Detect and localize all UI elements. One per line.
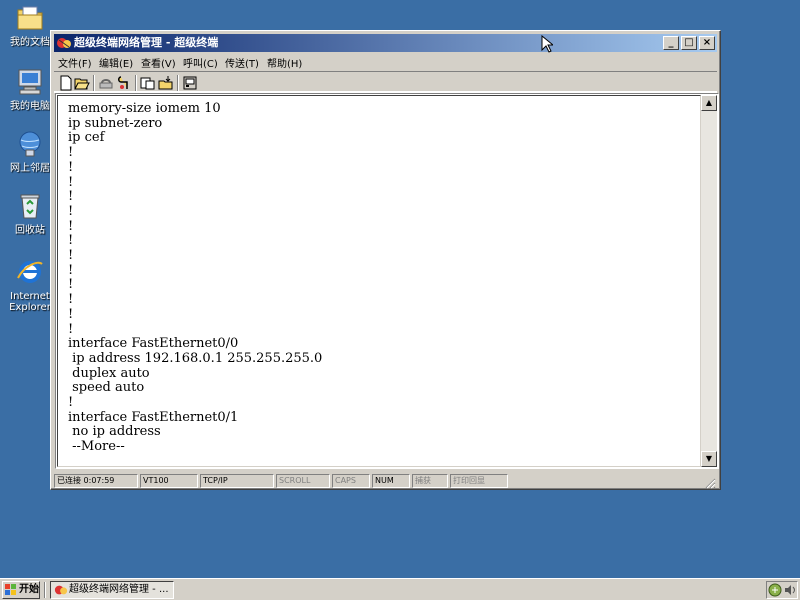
desktop-icon-internet-explorer[interactable]: Internet Explorer — [4, 256, 56, 313]
windows-logo-icon — [5, 584, 17, 596]
mouse-cursor-icon — [541, 34, 555, 53]
taskbar-item-hyperterminal[interactable]: 超级终端网络管理 - ... — [50, 581, 174, 599]
open-icon[interactable] — [74, 75, 90, 91]
start-button[interactable]: 开始 — [2, 581, 40, 599]
hyperterminal-window: 超级终端网络管理 - 超级终端 _ □ × 文件(F) 编辑(E) 查看(V) … — [50, 30, 721, 490]
scroll-down-button[interactable]: ▼ — [701, 451, 717, 467]
minimize-button[interactable]: _ — [663, 36, 679, 50]
network-places-icon — [14, 128, 46, 160]
desktop-icon-label: 我的电脑 — [10, 101, 50, 112]
status-connected-time: 已连接 0:07:59 — [54, 474, 138, 488]
vertical-scrollbar[interactable]: ▲ ▼ — [701, 95, 717, 467]
status-capture: 捕获 — [412, 474, 448, 488]
desktop-icon-my-computer[interactable]: 我的电脑 — [4, 66, 56, 112]
internet-explorer-icon — [14, 256, 46, 288]
status-caps: CAPS — [332, 474, 370, 488]
receive-icon[interactable] — [158, 75, 174, 91]
status-bar: 已连接 0:07:59 VT100 TCP/IP SCROLL CAPS NUM… — [54, 473, 717, 489]
send-icon[interactable] — [140, 75, 156, 91]
my-computer-icon — [14, 66, 46, 98]
menu-view[interactable]: 查看(V) — [141, 55, 176, 70]
hyperterminal-taskbar-icon — [54, 583, 68, 597]
desktop-icon-label: 我的文档 — [10, 37, 50, 48]
window-titlebar[interactable]: 超级终端网络管理 - 超级终端 _ □ × — [54, 34, 717, 52]
properties-icon[interactable] — [116, 75, 132, 91]
hyperterminal-app-icon — [56, 35, 72, 51]
close-button[interactable]: × — [699, 36, 715, 50]
menu-edit[interactable]: 编辑(E) — [99, 55, 133, 70]
toolbar-separator — [135, 75, 137, 91]
maximize-button[interactable]: □ — [681, 36, 697, 50]
recycle-bin-icon — [14, 190, 46, 222]
taskbar-separator — [44, 582, 46, 598]
toolbar-separator — [177, 75, 179, 91]
desktop-icon-network-places[interactable]: 网上邻居 — [4, 128, 56, 174]
start-label: 开始 — [19, 584, 39, 595]
taskbar: 开始 超级终端网络管理 - ... — [0, 578, 800, 600]
terminal-panel[interactable]: memory-size iomem 10 ip subnet-zero ip c… — [55, 93, 719, 469]
disconnect-icon[interactable] — [98, 75, 114, 91]
menu-call[interactable]: 呼叫(C) — [183, 55, 218, 70]
menu-help[interactable]: 帮助(H) — [267, 55, 302, 70]
scroll-up-button[interactable]: ▲ — [701, 95, 717, 111]
new-icon[interactable] — [58, 75, 74, 91]
status-protocol: TCP/IP — [200, 474, 274, 488]
desktop-icon-label: 回收站 — [15, 225, 45, 236]
desktop-icon-label: 网上邻居 — [10, 163, 50, 174]
my-documents-icon — [14, 2, 46, 34]
toolbar — [54, 71, 717, 93]
taskbar-item-label: 超级终端网络管理 - ... — [69, 584, 169, 595]
window-title: 超级终端网络管理 - 超级终端 — [74, 36, 219, 49]
desktop-icon-label: Internet Explorer — [9, 291, 51, 313]
network-tray-icon[interactable] — [768, 583, 782, 597]
menu-transfer[interactable]: 传送(T) — [225, 55, 259, 70]
status-num: NUM — [372, 474, 410, 488]
menu-file[interactable]: 文件(F) — [58, 55, 92, 70]
desktop-icon-my-documents[interactable]: 我的文档 — [4, 2, 56, 48]
status-scroll: SCROLL — [276, 474, 330, 488]
volume-tray-icon[interactable] — [783, 583, 797, 597]
system-tray — [766, 581, 798, 599]
settings-icon[interactable] — [182, 75, 198, 91]
resize-grip-icon[interactable] — [704, 477, 716, 489]
terminal-output: memory-size iomem 10 ip subnet-zero ip c… — [68, 101, 323, 455]
menu-bar: 文件(F) 编辑(E) 查看(V) 呼叫(C) 传送(T) 帮助(H) — [54, 53, 717, 70]
status-emulation: VT100 — [140, 474, 198, 488]
terminal-screen[interactable]: memory-size iomem 10 ip subnet-zero ip c… — [57, 95, 701, 467]
toolbar-separator — [93, 75, 95, 91]
desktop-icon-recycle-bin[interactable]: 回收站 — [4, 190, 56, 236]
status-print-echo: 打印回显 — [450, 474, 508, 488]
